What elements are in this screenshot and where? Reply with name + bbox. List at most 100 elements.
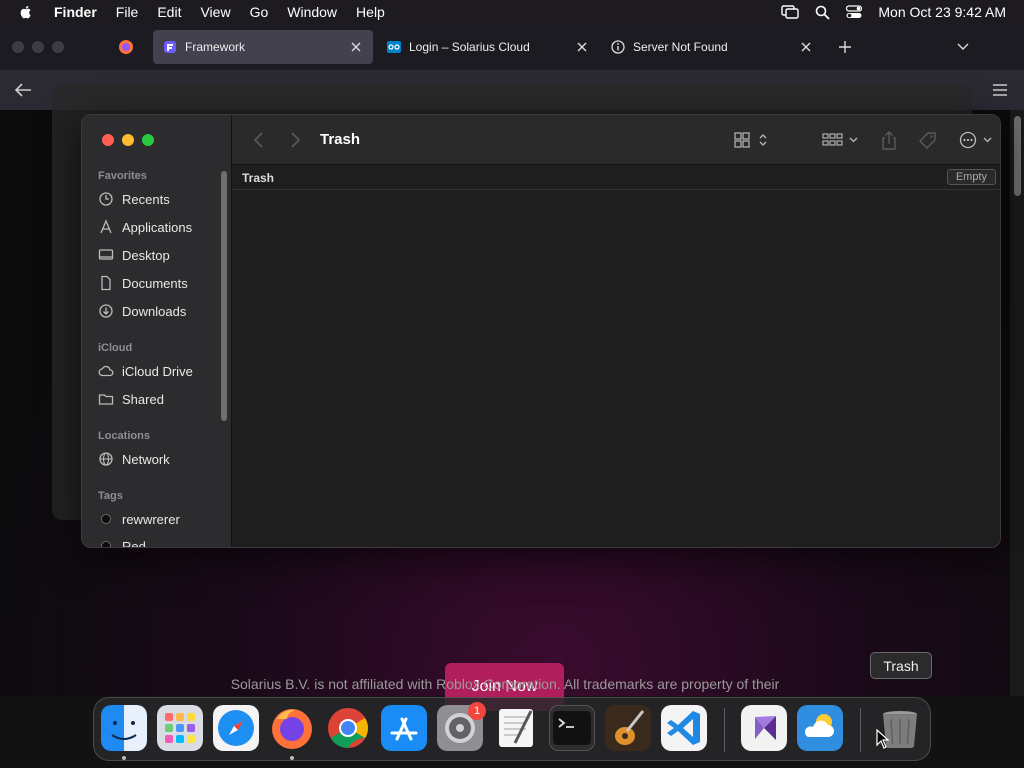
- menu-finder[interactable]: Finder: [54, 4, 97, 20]
- cloud-icon: [98, 365, 114, 377]
- menu-help[interactable]: Help: [356, 4, 385, 20]
- share-icon[interactable]: [880, 131, 898, 151]
- running-indicator: [290, 756, 294, 760]
- sidebar-item-label: Documents: [122, 275, 188, 291]
- browser-close-dot[interactable]: [12, 41, 24, 53]
- locations-section-label: Locations: [98, 430, 150, 442]
- hamburger-menu-icon[interactable]: [992, 83, 1008, 97]
- tab-label: Framework: [185, 40, 246, 54]
- browser-minimize-dot[interactable]: [32, 41, 44, 53]
- tab-login-solarius[interactable]: Login – Solarius Cloud: [377, 30, 599, 64]
- forward-icon[interactable]: [288, 131, 302, 149]
- menubar-clock[interactable]: Mon Oct 23 9:42 AM: [878, 4, 1006, 20]
- more-actions-icon[interactable]: [959, 131, 995, 149]
- menu-file[interactable]: File: [116, 4, 139, 20]
- document-icon: [101, 275, 111, 291]
- mouse-cursor-icon: [876, 729, 890, 749]
- menu-window[interactable]: Window: [287, 4, 337, 20]
- apple-icon[interactable]: [18, 4, 34, 20]
- menu-edit[interactable]: Edit: [157, 4, 181, 20]
- tab-server-not-found[interactable]: Server Not Found: [601, 30, 823, 64]
- clock-icon: [99, 192, 113, 206]
- safari-dock-icon[interactable]: [213, 705, 259, 751]
- empty-trash-button[interactable]: Empty: [946, 169, 996, 185]
- sidebar-item-label: rewwrerer: [122, 511, 180, 527]
- back-icon[interactable]: [252, 131, 266, 149]
- sidebar-item-label: Recents: [122, 191, 170, 207]
- tab-framework[interactable]: Framework: [153, 30, 373, 64]
- firefox-view-icon[interactable]: [118, 39, 134, 55]
- sidebar-item-label: Network: [122, 451, 170, 467]
- menu-go[interactable]: Go: [250, 4, 269, 20]
- launchpad-dock-icon[interactable]: [157, 705, 203, 751]
- menu-bar: Finder File Edit View Go Window Help Mon…: [0, 0, 1024, 24]
- app-store-dock-icon[interactable]: [381, 705, 427, 751]
- close-window-button[interactable]: [102, 134, 114, 146]
- vscode-dock-icon[interactable]: [661, 705, 707, 751]
- close-tab-icon[interactable]: [799, 40, 813, 54]
- nextcloud-favicon-icon: [387, 41, 401, 53]
- sidebar-scrollbar[interactable]: [221, 171, 227, 421]
- dock-separator: [724, 708, 725, 752]
- tag-dot-icon: [101, 514, 111, 524]
- firefox-dock-icon[interactable]: [269, 705, 315, 751]
- sidebar-item-label: Applications: [122, 219, 193, 235]
- browser-zoom-dot[interactable]: [52, 41, 64, 53]
- screen-mirroring-icon[interactable]: [781, 5, 800, 19]
- icloud-section-label: iCloud: [98, 342, 133, 354]
- close-tab-icon[interactable]: [349, 40, 363, 54]
- disclaimer-text: Solarius B.V. is not affiliated with Rob…: [230, 676, 780, 692]
- framework-favicon-icon: [164, 41, 176, 53]
- new-tab-icon[interactable]: [838, 40, 852, 54]
- garageband-dock-icon[interactable]: [605, 705, 651, 751]
- finder-toolbar: Trash: [232, 115, 1000, 165]
- favorites-section-label: Favorites: [98, 170, 147, 182]
- desktop-icon: [98, 249, 114, 260]
- tag-dot-icon: [101, 541, 111, 547]
- window-title: Trash: [320, 131, 361, 148]
- sidebar-item-recents[interactable]: Recents: [98, 188, 223, 210]
- sidebar-item-label: Desktop: [122, 247, 170, 263]
- running-indicator: [122, 756, 126, 760]
- list-all-tabs-icon[interactable]: [956, 41, 970, 53]
- terminal-dock-icon[interactable]: [549, 705, 595, 751]
- textedit-dock-icon[interactable]: [493, 705, 539, 751]
- group-by-icon[interactable]: [822, 131, 860, 149]
- page-scrollbar-thumb[interactable]: [1014, 116, 1021, 196]
- back-icon[interactable]: [14, 82, 32, 98]
- finder-window: Favorites Recents Applications Desktop D…: [81, 114, 1001, 548]
- tag-icon[interactable]: [918, 131, 938, 151]
- view-grid-icon[interactable]: [734, 131, 770, 149]
- zoom-window-button[interactable]: [142, 134, 154, 146]
- globe-icon: [99, 452, 113, 466]
- menu-view[interactable]: View: [200, 4, 230, 20]
- tags-section-label: Tags: [98, 490, 123, 502]
- sidebar-item-documents[interactable]: Documents: [98, 272, 223, 294]
- close-tab-icon[interactable]: [575, 40, 589, 54]
- sidebar-item-label: Downloads: [122, 303, 187, 319]
- control-center-icon[interactable]: [846, 5, 863, 19]
- sidebar-item-label: Shared: [122, 391, 164, 407]
- sidebar-item-network[interactable]: Network: [98, 448, 223, 470]
- minimize-window-button[interactable]: [122, 134, 134, 146]
- sidebar-item-shared[interactable]: Shared: [98, 388, 223, 410]
- trash-label: Trash: [242, 171, 275, 185]
- applications-icon: [100, 219, 112, 234]
- sidebar-item-icloud-drive[interactable]: iCloud Drive: [98, 360, 223, 382]
- sidebar-tag-red[interactable]: Red: [98, 535, 223, 547]
- weather-dock-icon[interactable]: [797, 705, 843, 751]
- info-icon: [611, 40, 625, 54]
- sidebar-tag-rewwrerer[interactable]: rewwrerer: [98, 508, 223, 530]
- trash-header-bar: Trash Empty: [232, 165, 1000, 190]
- sidebar-item-downloads[interactable]: Downloads: [98, 300, 223, 322]
- chrome-dock-icon[interactable]: [325, 705, 371, 751]
- dock-separator: [860, 708, 861, 752]
- visual-studio-dock-icon[interactable]: [741, 705, 787, 751]
- trash-contents-area[interactable]: [232, 190, 1000, 547]
- tab-label: Server Not Found: [633, 40, 728, 54]
- spotlight-icon[interactable]: [815, 5, 831, 20]
- finder-dock-icon[interactable]: [101, 705, 147, 751]
- page-scrollbar-track[interactable]: [1010, 110, 1024, 696]
- sidebar-item-applications[interactable]: Applications: [98, 216, 223, 238]
- sidebar-item-desktop[interactable]: Desktop: [98, 244, 223, 266]
